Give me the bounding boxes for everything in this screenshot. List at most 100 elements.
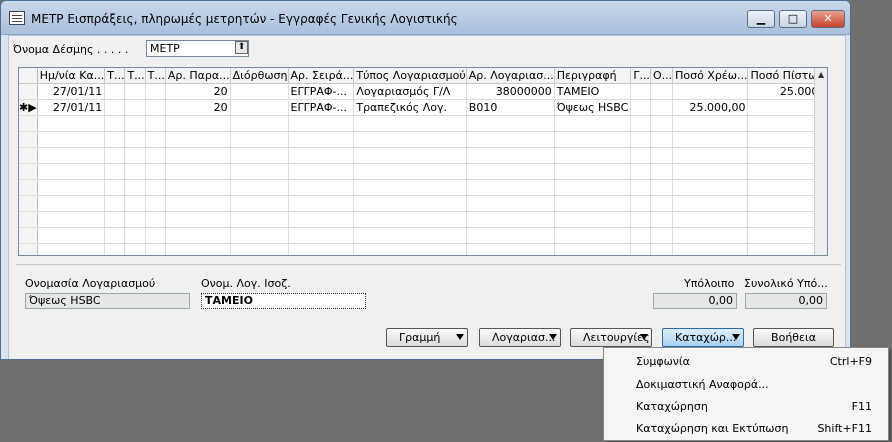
bal-account-name-value: ΤΑΜΕΙΟ (205, 294, 253, 307)
chevron-down-icon (732, 334, 740, 340)
cell-series-no[interactable]: ΕΓΓΡΑΦ-... (288, 83, 355, 100)
batch-name-label: Όνομα Δέσμης . . . . . (13, 43, 129, 56)
bal-account-name-field[interactable]: ΤΑΜΕΙΟ (201, 293, 366, 309)
cell-g[interactable] (630, 83, 651, 100)
help-button[interactable]: Βοήθεια (753, 328, 834, 347)
total-balance-value: 0,00 (798, 294, 824, 307)
cell-t3[interactable] (145, 99, 166, 116)
maximize-button[interactable]: □ (779, 10, 807, 28)
cell-account-no[interactable]: 38000000 (466, 83, 555, 100)
col-o[interactable]: Ο... (650, 68, 674, 84)
scroll-up-icon[interactable]: ▲ (818, 70, 824, 79)
row-selector[interactable] (19, 115, 38, 132)
row-selector[interactable] (19, 211, 38, 228)
line-menu-button[interactable]: Γραμμή (386, 328, 468, 347)
cell-debit-amount[interactable] (672, 83, 749, 100)
col-description[interactable]: Περιγραφή (554, 68, 632, 84)
col-series-no[interactable]: Αρ. Σειρά... (288, 68, 355, 84)
batch-name-field[interactable]: ΜΕΤΡ (146, 40, 249, 57)
col-posting-date[interactable]: Ημ/νία Κα... (37, 68, 106, 84)
table-row[interactable] (19, 147, 827, 164)
journal-window: ΜΕΤΡ Εισπράξεις, πληρωμές μετρητών - Εγγ… (0, 0, 851, 360)
cell-t1[interactable] (104, 83, 126, 100)
menu-item-post[interactable]: Καταχώρηση F11 (604, 395, 888, 418)
cell-o[interactable] (650, 99, 674, 116)
cell-description[interactable]: Όψεως HSBC (554, 99, 632, 116)
account-name-field[interactable]: Όψεως HSBC (25, 293, 190, 309)
col-debit-amount[interactable]: Ποσό Χρέω... (672, 68, 749, 84)
table-row[interactable] (19, 163, 827, 180)
minimize-button[interactable]: ▁ (747, 10, 775, 28)
row-selector[interactable] (19, 83, 38, 100)
cell-t2[interactable] (124, 99, 146, 116)
table-row[interactable] (19, 227, 827, 244)
account-name-label: Ονομασία Λογαριασμού (25, 277, 156, 290)
row-selector[interactable] (19, 179, 38, 196)
title-bar[interactable]: ΜΕΤΡ Εισπράξεις, πληρωμές μετρητών - Εγγ… (1, 1, 850, 35)
cell-series-no[interactable]: ΕΓΓΡΑΦ-... (288, 99, 355, 116)
row-selector[interactable] (19, 227, 38, 244)
table-row[interactable] (19, 115, 827, 132)
posting-menu-button[interactable]: Καταχώρ... (662, 328, 744, 347)
form-panel: Όνομα Δέσμης . . . . . ΜΕΤΡ ⬆ Ημ/νία Κα.… (8, 35, 846, 359)
cell-document-no[interactable]: 20 (165, 99, 231, 116)
col-document-no[interactable]: Αρ. Παρα... (165, 68, 231, 84)
col-account-no[interactable]: Αρ. Λογαριασ... (466, 68, 555, 84)
menu-item-shortcut: Shift+F11 (817, 422, 872, 435)
balance-field: 0,00 (653, 293, 737, 309)
col-account-type[interactable]: Τύπος Λογαριασμού (353, 68, 467, 84)
table-row[interactable] (19, 131, 827, 148)
balance-value: 0,00 (708, 294, 734, 307)
close-button[interactable]: ✕ (811, 10, 845, 28)
row-selector[interactable] (19, 163, 38, 180)
account-menu-button[interactable]: Λογαριασ... (479, 328, 561, 347)
cell-o[interactable] (650, 83, 674, 100)
grid-corner[interactable] (19, 68, 38, 84)
table-row[interactable] (19, 179, 827, 196)
cell-t2[interactable] (124, 83, 146, 100)
help-label: Βοήθεια (771, 331, 816, 344)
cell-debit-amount[interactable]: 25.000,00 (672, 99, 749, 116)
cell-posting-date[interactable]: 27/01/11 (37, 83, 106, 100)
cell-t3[interactable] (145, 83, 166, 100)
col-t3[interactable]: Τ... (145, 68, 166, 84)
row-selector[interactable] (19, 243, 38, 255)
line-menu-label: Γραμμή (399, 331, 441, 344)
posting-menu-label: Καταχώρ... (675, 331, 737, 344)
table-row[interactable] (19, 195, 827, 212)
row-selector[interactable] (19, 147, 38, 164)
cell-g[interactable] (630, 99, 651, 116)
menu-item-test-report[interactable]: Δοκιμαστική Αναφορά... (604, 373, 888, 396)
cell-posting-date[interactable]: 27/01/11 (37, 99, 106, 116)
menu-item-label: Καταχώρηση (636, 400, 708, 413)
row-selector[interactable]: ✱▶ (19, 99, 38, 116)
col-g[interactable]: Γ... (630, 68, 651, 84)
col-correction[interactable]: Διόρθωση (230, 68, 289, 84)
cell-account-type[interactable]: Λογαριασμός Γ/Λ (353, 83, 467, 100)
table-row[interactable]: ✱▶ 27/01/11 20 ΕΓΓΡΑΦ-... Τραπεζικός Λογ… (19, 99, 827, 116)
cell-correction[interactable] (230, 83, 289, 100)
window-title: ΜΕΤΡ Εισπράξεις, πληρωμές μετρητών - Εγγ… (31, 12, 458, 26)
cell-t1[interactable] (104, 99, 126, 116)
row-selector[interactable] (19, 131, 38, 148)
menu-item-shortcut: F11 (851, 400, 872, 413)
batch-name-value: ΜΕΤΡ (150, 42, 180, 55)
cell-document-no[interactable]: 20 (165, 83, 231, 100)
table-row[interactable]: 27/01/11 20 ΕΓΓΡΑΦ-... Λογαριασμός Γ/Λ 3… (19, 83, 827, 100)
table-row[interactable] (19, 243, 827, 255)
cell-correction[interactable] (230, 99, 289, 116)
menu-item-reconcile[interactable]: Συμφωνία Ctrl+F9 (604, 350, 888, 373)
cell-account-type[interactable]: Τραπεζικός Λογ. (353, 99, 467, 116)
cell-account-no[interactable]: B010 (466, 99, 555, 116)
col-t1[interactable]: Τ... (104, 68, 126, 84)
menu-item-post-and-print[interactable]: Καταχώρηση και Εκτύπωση Shift+F11 (604, 417, 888, 440)
col-t2[interactable]: Τ... (124, 68, 146, 84)
vertical-scrollbar[interactable]: ▲ ▼ (814, 68, 827, 255)
divider (16, 264, 841, 265)
functions-menu-button[interactable]: Λειτουργίες (570, 328, 652, 347)
cell-description[interactable]: ΤΑΜΕΙΟ (554, 83, 632, 100)
account-name-value: Όψεως HSBC (29, 294, 101, 307)
lookup-arrow-icon[interactable]: ⬆ (235, 41, 248, 54)
table-row[interactable] (19, 211, 827, 228)
row-selector[interactable] (19, 195, 38, 212)
